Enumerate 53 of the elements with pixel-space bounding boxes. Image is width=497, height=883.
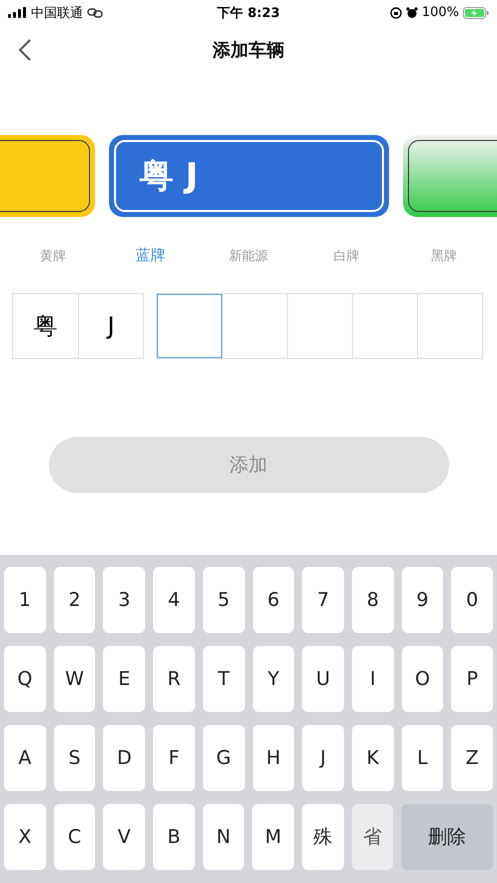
keyboard-key[interactable]: 1 <box>4 567 46 633</box>
keyboard-key[interactable]: D <box>103 725 146 791</box>
keyboard-key[interactable]: I <box>352 646 394 712</box>
battery-charging-icon <box>463 6 489 18</box>
keyboard-key[interactable]: 3 <box>103 567 146 633</box>
keyboard-key[interactable]: V <box>103 804 146 870</box>
carrier-name: 中国联通 <box>31 4 83 22</box>
keyboard-key[interactable]: O <box>402 646 444 712</box>
keyboard-key[interactable]: R <box>153 646 195 712</box>
keyboard-key[interactable]: E <box>103 646 146 712</box>
keyboard-key[interactable]: C <box>54 804 96 870</box>
keyboard-key[interactable]: X <box>4 804 46 870</box>
keyboard-key[interactable]: T <box>202 646 245 712</box>
keyboard-key[interactable]: 6 <box>252 567 294 633</box>
alarm-icon <box>406 6 418 18</box>
keyboard-key[interactable]: G <box>202 725 245 791</box>
keyboard-key[interactable]: F <box>153 725 195 791</box>
plate-char-cell[interactable]: J <box>78 294 143 358</box>
keyboard-key[interactable]: 2 <box>54 567 96 633</box>
plate-char-cell[interactable]: 粤 <box>13 294 78 358</box>
keyboard-key[interactable]: B <box>153 804 195 870</box>
license-plate[interactable]: 粤 J <box>108 135 388 217</box>
keyboard-key[interactable]: A <box>4 725 46 791</box>
rotation-lock-icon <box>390 6 402 18</box>
battery-percent: 100% <box>422 5 459 20</box>
keyboard-key[interactable]: U <box>302 646 344 712</box>
page-title: 添加车辆 <box>212 39 284 62</box>
keyboard-key[interactable]: 4 <box>153 567 195 633</box>
keyboard-key[interactable]: P <box>451 646 494 712</box>
keyboard-key[interactable]: J <box>302 725 344 791</box>
keyboard-key[interactable]: Y <box>252 646 294 712</box>
keyboard-key[interactable]: Z <box>451 725 494 791</box>
keyboard-key[interactable]: 删除 <box>401 804 494 870</box>
plate-char-cell[interactable] <box>157 294 222 358</box>
keyboard-key[interactable]: 7 <box>302 567 344 633</box>
keyboard-key[interactable]: N <box>202 804 244 870</box>
keyboard-key[interactable]: L <box>402 725 444 791</box>
keyboard-key[interactable]: H <box>252 725 294 791</box>
keyboard-key[interactable]: 8 <box>352 567 394 633</box>
clock-time: 下午 8:23 <box>217 4 280 22</box>
keyboard-key[interactable]: W <box>54 646 96 712</box>
back-button[interactable] <box>18 38 32 62</box>
keyboard-key[interactable]: 5 <box>202 567 245 633</box>
keyboard-key[interactable]: 9 <box>402 567 444 633</box>
keyboard-key[interactable]: K <box>352 725 394 791</box>
keyboard-key[interactable]: 0 <box>451 567 494 633</box>
keyboard-key[interactable]: Q <box>4 646 46 712</box>
keyboard-key[interactable]: M <box>252 804 294 870</box>
keyboard-key[interactable]: 殊 <box>302 804 344 870</box>
signal-icon <box>8 7 27 18</box>
keyboard-key[interactable]: 省 <box>352 804 394 870</box>
keyboard-key[interactable]: S <box>54 725 96 791</box>
link-icon <box>87 8 103 18</box>
